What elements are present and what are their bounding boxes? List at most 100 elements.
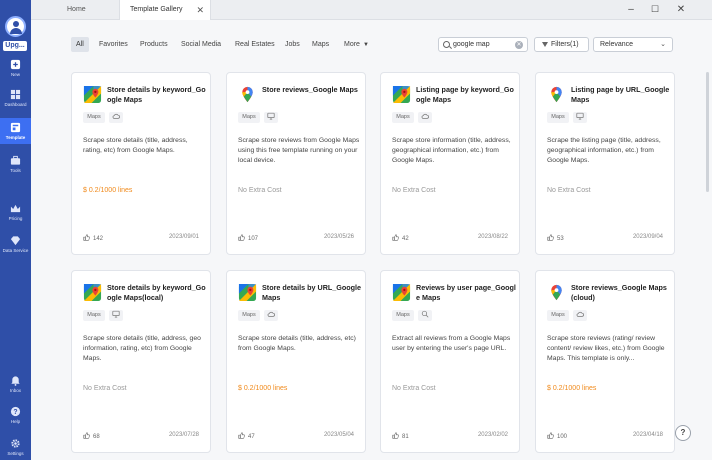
sidebar-item-label: New [10,72,20,77]
like-count: 142 [93,236,104,242]
card-tag: Maps [547,310,569,321]
card-description: Scrape store reviews (rating/ review con… [547,335,665,362]
bell-icon [11,376,20,386]
card-date: 2023/07/28 [168,432,199,438]
like-count: 81 [402,434,409,440]
template-card[interactable]: Listing page by keyword_Google Maps Maps S… [380,72,520,255]
card-title: Listing page by URL_Google Maps [571,85,670,104]
maps-pin-icon [547,283,566,302]
sidebar-item-inbox[interactable]: Inbox [0,371,31,397]
google-maps-icon [392,283,411,302]
template-card[interactable]: Reviews by user page_Google Maps Maps Extr… [380,270,520,453]
gear-icon [11,439,20,448]
template-card[interactable]: Store reviews_Google Maps (cloud) Maps Scr… [535,270,675,453]
category-products[interactable]: Products [135,37,173,52]
template-card[interactable]: Store details by URL_Google Maps Maps Scra… [226,270,366,453]
card-price: $ 0.2/1000 lines [83,187,133,194]
search-box[interactable]: ✕ [438,37,528,52]
sidebar-item-tools[interactable]: Tools [0,151,31,177]
sidebar-item-template[interactable]: Template [0,118,31,144]
monitor-icon [573,112,587,123]
card-likes: 68 [83,432,100,440]
minimize-icon[interactable]: – [619,0,643,20]
card-title: Listing page by keyword_Google Maps [416,85,514,104]
card-likes: 100 [547,432,567,440]
sort-select[interactable]: Relevance ⌄ [593,37,673,52]
plus-square-icon [10,59,21,70]
clear-search-icon[interactable]: ✕ [515,41,523,49]
sidebar-item-label: Data Service [2,248,29,253]
card-tag: Maps [392,112,414,123]
card-description: Scrape store information (title, address… [392,137,511,164]
card-description: Extract all reviews from a Google Maps u… [392,335,511,352]
template-card[interactable]: Store reviews_Google Maps Maps Scrape stor… [226,72,366,255]
like-count: 68 [93,434,100,440]
thumbs-up-icon [83,432,90,439]
card-likes: 42 [392,234,409,242]
card-tag: Maps [238,112,260,123]
search-input[interactable] [453,39,513,50]
sidebar-item-label: Tools [10,168,21,173]
sidebar-item-help[interactable]: ? Help [0,402,31,428]
category-social-media[interactable]: Social Media [176,37,226,52]
template-card[interactable]: Store details by keyword_Google Maps(loc… [71,270,211,453]
thumbs-up-icon [392,234,399,241]
sidebar-item-label: Inbox [9,388,21,393]
sidebar-item-new[interactable]: New [0,55,31,81]
close-tab-icon[interactable]: ✕ [196,0,204,20]
tab-template-gallery[interactable]: Template Gallery ✕ [119,0,211,20]
card-title: Store details by URL_Google Maps [262,283,362,302]
maximize-icon[interactable]: ☐ [643,0,667,20]
card-price: No Extra Cost [392,187,436,194]
google-maps-icon [83,283,102,302]
thumbs-up-icon [238,234,245,241]
category-more[interactable]: More ▼ [339,37,374,52]
card-date: 2023/02/02 [477,432,508,438]
category-more-label: More [344,41,360,48]
filters-label: Filters(1) [551,41,579,48]
sort-value: Relevance [600,41,634,48]
title-bar: Home Template Gallery ✕ – ☐ ✕ [31,0,712,20]
category-all[interactable]: All [71,37,89,52]
card-likes: 47 [238,432,255,440]
card-title: Store reviews_Google Maps [262,85,358,94]
sidebar-item-settings[interactable]: Settings [0,434,31,460]
google-maps-icon [83,85,102,104]
template-card[interactable]: Store details by keyword_Google Maps Maps… [71,72,211,255]
maps-pin-icon [238,85,257,104]
filters-button[interactable]: Filters(1) [534,37,589,52]
tab-home[interactable]: Home [67,0,86,20]
close-window-icon[interactable]: ✕ [669,0,693,20]
chevron-down-icon: ▼ [362,42,369,48]
dashboard-icon [10,89,21,100]
card-description: Scrape the listing page (title, address,… [547,137,661,164]
google-maps-icon [392,85,411,104]
cloud-icon [418,112,432,123]
category-maps[interactable]: Maps [307,37,334,52]
template-card[interactable]: Listing page by URL_Google Maps Maps Scrap… [535,72,675,255]
category-real-estates[interactable]: Real Estates [230,37,280,52]
card-tag: Maps [392,310,414,321]
card-tag: Maps [83,112,105,123]
sidebar-item-data-service[interactable]: Data Service [0,231,31,257]
sidebar-item-pricing[interactable]: Pricing [0,199,31,225]
help-button[interactable]: ? [675,425,691,441]
card-description: Scrape store details (title, address, et… [238,335,356,352]
category-favorites[interactable]: Favorites [94,37,133,52]
avatar[interactable] [5,16,26,37]
scrollbar[interactable] [706,72,709,192]
category-jobs[interactable]: Jobs [280,37,305,52]
toolbox-icon [10,155,21,165]
upgrade-button[interactable]: Upg... [3,41,27,51]
card-date: 2023/05/26 [323,234,354,240]
like-count: 47 [248,434,255,440]
search-icon [418,310,432,321]
thumbs-up-icon [83,234,90,241]
card-date: 2023/08/22 [477,234,508,240]
thumbs-up-icon [238,432,245,439]
sidebar-item-label: Help [10,419,21,424]
like-count: 53 [557,236,564,242]
sidebar-item-dashboard[interactable]: Dashboard [0,85,31,111]
card-title: Store details by keyword_Google Maps(loc… [107,283,206,302]
sidebar: Upg... New Dashboard Template Tools Pric… [0,0,31,460]
